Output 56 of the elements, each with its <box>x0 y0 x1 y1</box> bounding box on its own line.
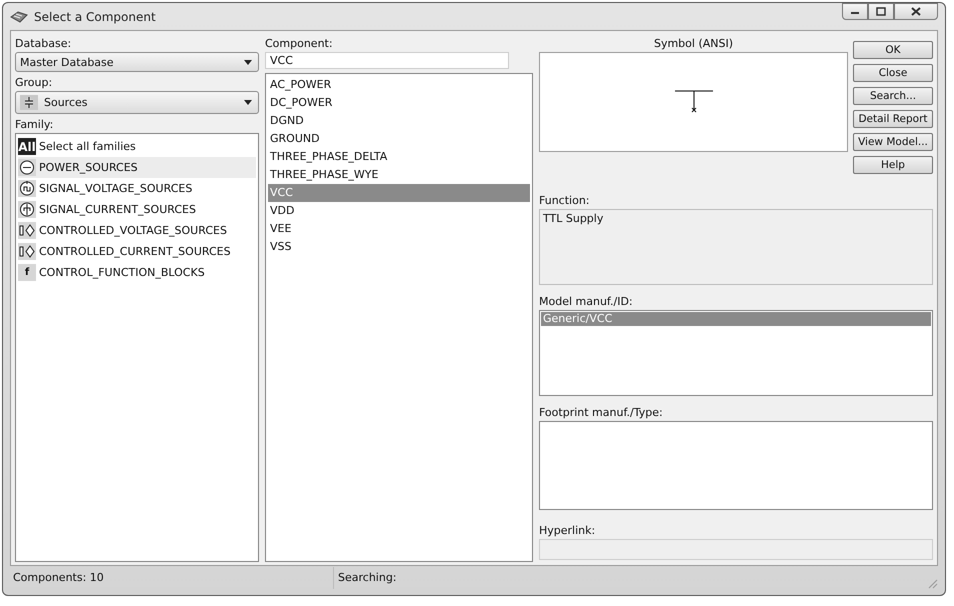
family-item[interactable]: f CONTROL_FUNCTION_BLOCKS <box>18 262 256 283</box>
field-label: Group: <box>15 75 54 91</box>
field-label: Hyperlink: <box>539 523 596 540</box>
family-item[interactable]: CONTROLLED_VOLTAGE_SOURCES <box>18 220 256 241</box>
close-icon <box>911 7 921 16</box>
component-item[interactable]: GROUND <box>268 130 530 148</box>
function-block-icon: f <box>18 264 36 281</box>
minimize-button[interactable] <box>842 3 868 20</box>
field-label: Model manuf./ID: <box>539 294 634 310</box>
dialog-button[interactable]: Help <box>853 156 933 174</box>
family-item[interactable]: SIGNAL_VOLTAGE_SOURCES <box>18 178 256 199</box>
component-item[interactable]: AC_POWER <box>268 76 530 94</box>
dialog-button[interactable]: Search... <box>853 87 933 105</box>
component-item[interactable]: THREE_PHASE_DELTA <box>268 148 530 166</box>
field-label: Function: <box>539 192 590 209</box>
close-button[interactable] <box>894 3 938 20</box>
function-field: TTL Supply <box>539 208 933 286</box>
maximize-icon <box>876 7 886 16</box>
dialog-button[interactable]: Detail Report <box>853 110 933 128</box>
current-source-icon <box>18 201 36 218</box>
status-text: Components: 10 <box>10 567 334 589</box>
maximize-button[interactable] <box>868 3 894 20</box>
component-item[interactable]: VDD <box>268 202 530 220</box>
family-item[interactable]: SIGNAL_CURRENT_SOURCES <box>18 199 256 220</box>
controlled-source-icon <box>18 222 36 239</box>
component-item[interactable]: VEE <box>268 220 530 238</box>
window-title: Select a Component <box>34 10 156 24</box>
component-item[interactable]: DGND <box>268 112 530 130</box>
power-source-icon <box>18 159 36 176</box>
field-label: Component: <box>265 36 334 52</box>
field-label: Database: <box>15 36 72 52</box>
family-item[interactable]: CONTROLLED_CURRENT_SOURCES <box>18 241 256 262</box>
dialog-button[interactable]: View Model... <box>853 133 933 151</box>
family-item[interactable]: All Select all families <box>18 136 256 157</box>
dialog-button[interactable]: OK <box>853 41 933 59</box>
status-text: Searching: <box>337 570 397 586</box>
app-icon <box>10 10 28 22</box>
controlled-source-icon <box>18 243 36 260</box>
symbol-label: Symbol (ANSI) <box>652 36 734 52</box>
component-item[interactable]: VSS <box>268 238 530 256</box>
field-label: Footprint manuf./Type: <box>539 404 664 421</box>
family-item[interactable]: POWER_SOURCES <box>18 157 256 178</box>
database-dropdown[interactable]: Master Database <box>15 52 259 72</box>
component-item[interactable]: DC_POWER <box>268 94 530 112</box>
component-item[interactable]: THREE_PHASE_WYE <box>268 166 530 184</box>
all-families-icon: All <box>18 138 36 155</box>
source-symbol-icon <box>20 95 38 110</box>
dialog-button[interactable]: Close <box>853 64 933 82</box>
vcc-symbol-icon <box>674 89 714 115</box>
caret-icon <box>244 100 252 105</box>
component-search-field[interactable]: VCC <box>265 52 509 69</box>
voltage-source-icon <box>18 180 36 197</box>
caret-icon <box>244 60 252 64</box>
resize-grip-icon <box>928 579 938 589</box>
group-dropdown[interactable]: Sources <box>15 91 259 114</box>
field-label: Family: <box>15 117 54 133</box>
